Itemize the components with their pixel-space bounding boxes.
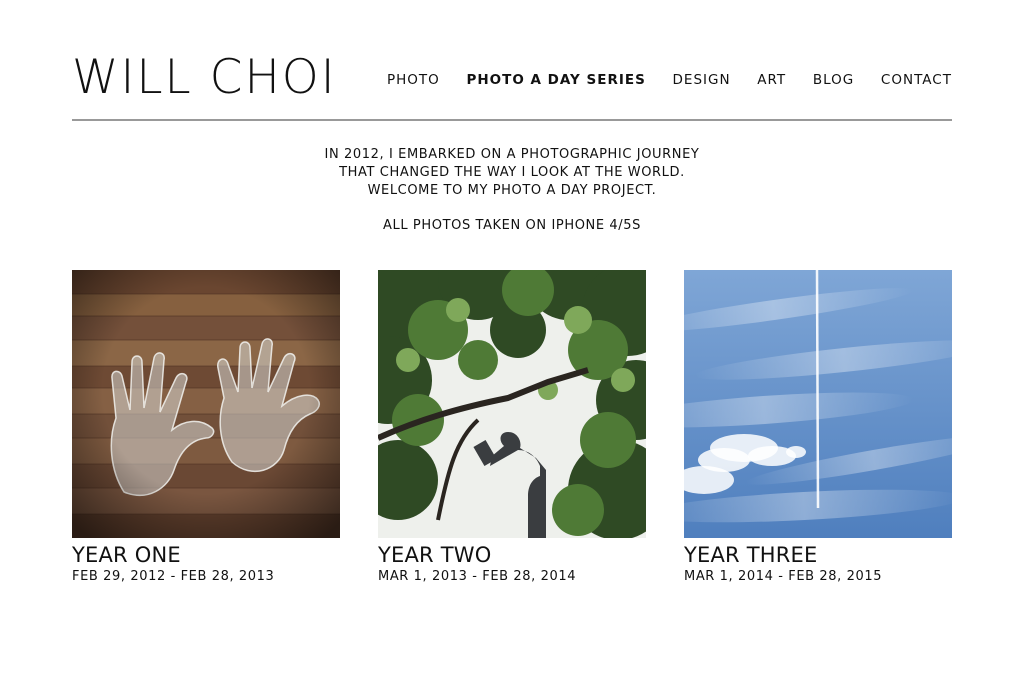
nav-blog[interactable]: BLOG [813,72,854,88]
nav-photo[interactable]: PHOTO [387,72,440,88]
header-divider [72,119,952,121]
gallery-card-title[interactable]: YEAR THREE [684,543,952,567]
gallery-card-title[interactable]: YEAR ONE [72,543,340,567]
gallery-card-dates: MAR 1, 2014 - FEB 28, 2015 [684,569,883,584]
gallery-card-year-two[interactable]: YEAR TWO MAR 1, 2013 - FEB 28, 2014 [378,270,646,585]
sky-contrail-photo[interactable] [684,270,952,538]
nav-contact[interactable]: CONTACT [881,72,952,88]
nav-design[interactable]: DESIGN [673,72,731,88]
statue-under-trees-photo[interactable] [378,270,646,538]
gallery-card-year-one[interactable]: YEAR ONE FEB 29, 2012 - FEB 28, 2013 [72,270,340,585]
gallery-card-dates: MAR 1, 2013 - FEB 28, 2014 [378,569,577,584]
intro-line: IN 2012, I EMBARKED ON A PHOTOGRAPHIC JO… [324,147,700,162]
site-title[interactable]: WILL CHOI [72,48,337,108]
intro-line: WELCOME TO MY PHOTO A DAY PROJECT. [367,183,657,198]
plastic-gloves-on-wood-photo[interactable] [72,270,340,538]
gallery-card-title[interactable]: YEAR TWO [378,543,646,567]
nav-art[interactable]: ART [757,72,786,88]
main-nav: PHOTO PHOTO A DAY SERIES DESIGN ART BLOG… [387,70,952,90]
nav-photo-a-day-series[interactable]: PHOTO A DAY SERIES [466,72,645,88]
intro-note: ALL PHOTOS TAKEN ON IPHONE 4/5S [383,218,641,233]
gallery-card-dates: FEB 29, 2012 - FEB 28, 2013 [72,569,275,584]
intro-text: IN 2012, I EMBARKED ON A PHOTOGRAPHIC JO… [200,146,824,235]
gallery-card-year-three[interactable]: YEAR THREE MAR 1, 2014 - FEB 28, 2015 [684,270,952,585]
intro-line: THAT CHANGED THE WAY I LOOK AT THE WORLD… [339,165,685,180]
